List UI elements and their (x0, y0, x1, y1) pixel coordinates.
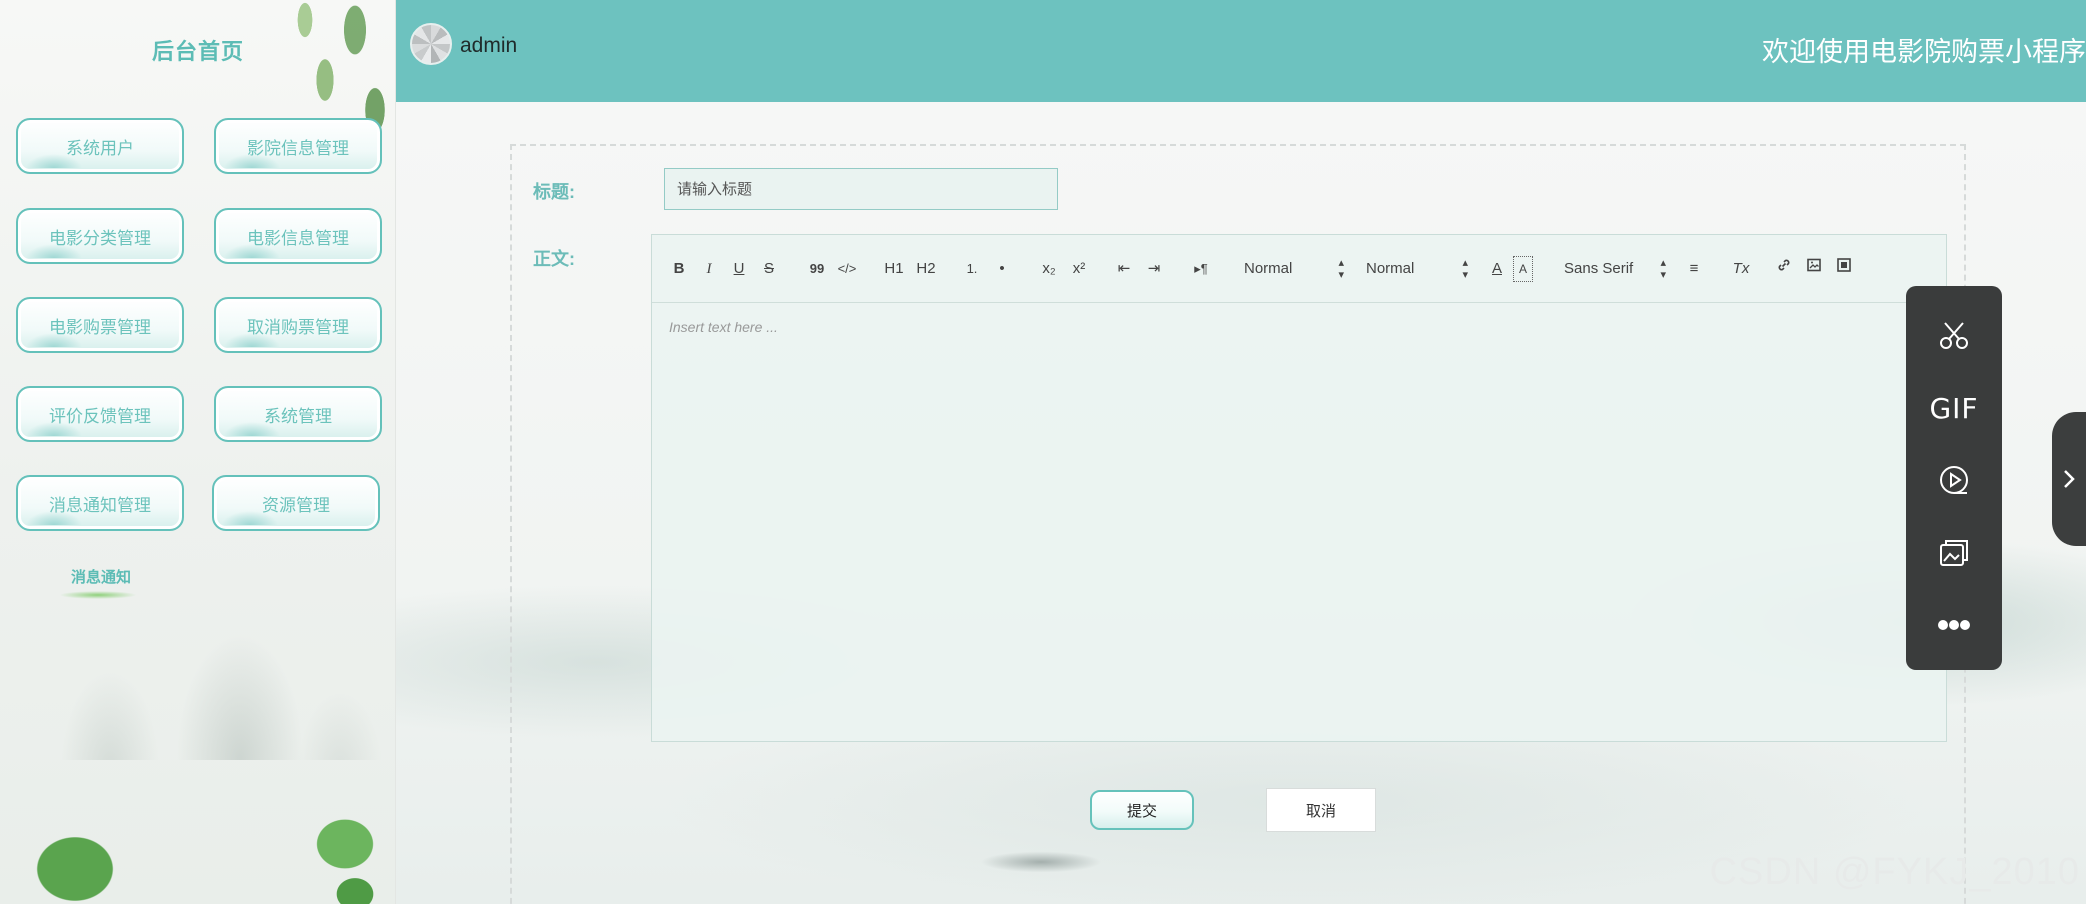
username[interactable]: admin (460, 34, 517, 58)
title-input[interactable] (664, 168, 1058, 210)
main-content: 标题: 正文: B I U S 99 </> H1 H2 1. • x₂ x² … (396, 102, 2086, 904)
content-label: 正文: (533, 249, 575, 269)
bullet-list-button[interactable]: • (992, 257, 1012, 281)
watermark: CSDN @FYKJ_2010 (1709, 851, 2080, 893)
screenshot-long-icon[interactable] (1906, 528, 2002, 578)
font-select[interactable]: Sans Serif ▴ ▾ (1564, 257, 1666, 281)
top-header: admin 欢迎使用电影院购票小程序 (396, 0, 2086, 102)
expand-panel-tab[interactable] (2052, 412, 2086, 546)
superscript-button[interactable]: x² (1068, 257, 1090, 281)
select-arrow-icon: ▴ ▾ (1338, 257, 1344, 281)
align-button[interactable]: ≡ (1684, 257, 1704, 281)
h1-button[interactable]: H1 (882, 257, 906, 281)
italic-button[interactable]: I (700, 257, 718, 281)
menu-system-management[interactable]: 系统管理 (214, 386, 382, 442)
text-color-button[interactable]: A (1488, 257, 1506, 281)
chevron-right-icon (2064, 470, 2075, 488)
menu-notification[interactable]: 消息通知管理 (16, 475, 184, 531)
link-icon[interactable] (1774, 257, 1794, 281)
welcome-text: 欢迎使用电影院购票小程序 (1762, 37, 2086, 67)
editor-toolbar: B I U S 99 </> H1 H2 1. • x₂ x² ⇤ ⇥ ▸¶ N… (652, 235, 1946, 303)
code-block-button[interactable]: </> (836, 257, 858, 281)
menu-cancel-ticket[interactable]: 取消购票管理 (214, 297, 382, 353)
cancel-button[interactable]: 取消 (1266, 788, 1376, 832)
size-select[interactable]: Normal ▴ ▾ (1244, 257, 1344, 281)
submit-button[interactable]: 提交 (1090, 790, 1194, 830)
bold-button[interactable]: B (670, 257, 688, 281)
scissors-icon[interactable] (1906, 310, 2002, 360)
h2-button[interactable]: H2 (914, 257, 938, 281)
floating-capture-toolbar: GIF (1906, 286, 2002, 670)
gif-icon[interactable]: GIF (1906, 383, 2002, 433)
sidebar: 后台首页 系统用户 影院信息管理 电影分类管理 电影信息管理 电影购票管理 取消… (0, 0, 396, 904)
menu-resource[interactable]: 资源管理 (212, 475, 380, 531)
underline-button[interactable]: U (730, 257, 748, 281)
text-direction-button[interactable]: ▸¶ (1190, 257, 1212, 281)
clean-format-button[interactable]: Tx (1730, 257, 1752, 281)
ordered-list-button[interactable]: 1. (962, 257, 982, 281)
menu-movie-category[interactable]: 电影分类管理 (16, 208, 184, 264)
image-icon[interactable] (1804, 257, 1824, 281)
indent-increase-button[interactable]: ⇥ (1144, 257, 1164, 281)
subscript-button[interactable]: x₂ (1038, 257, 1060, 281)
select-arrow-icon: ▴ ▾ (1660, 257, 1666, 281)
editor-content[interactable]: Insert text here ... (669, 319, 778, 335)
indent-decrease-button[interactable]: ⇤ (1114, 257, 1134, 281)
rich-text-editor: B I U S 99 </> H1 H2 1. • x₂ x² ⇤ ⇥ ▸¶ N… (651, 234, 1947, 742)
menu-feedback[interactable]: 评价反馈管理 (16, 386, 184, 442)
sidebar-mountain-decoration (0, 500, 395, 760)
more-icon[interactable] (1906, 600, 2002, 650)
menu-ticket-purchase[interactable]: 电影购票管理 (16, 297, 184, 353)
video-icon[interactable] (1834, 257, 1854, 281)
menu-cinema-info[interactable]: 影院信息管理 (214, 118, 382, 174)
menu-movie-info[interactable]: 电影信息管理 (214, 208, 382, 264)
title-label: 标题: (533, 182, 575, 202)
lotus-decoration (0, 774, 395, 904)
header-select[interactable]: Normal ▴ ▾ (1366, 257, 1468, 281)
menu-system-users[interactable]: 系统用户 (16, 118, 184, 174)
background-color-button[interactable]: A (1513, 256, 1533, 282)
boat-decoration (941, 822, 1141, 882)
avatar[interactable] (410, 23, 452, 65)
strike-button[interactable]: S (760, 257, 778, 281)
sidebar-home-link[interactable]: 后台首页 (0, 34, 395, 66)
blockquote-button[interactable]: 99 (806, 257, 828, 281)
sidebar-message-link[interactable]: 消息通知 (56, 566, 146, 587)
select-arrow-icon: ▴ ▾ (1462, 257, 1468, 281)
message-link-underline (50, 590, 146, 600)
record-video-icon[interactable] (1906, 455, 2002, 505)
